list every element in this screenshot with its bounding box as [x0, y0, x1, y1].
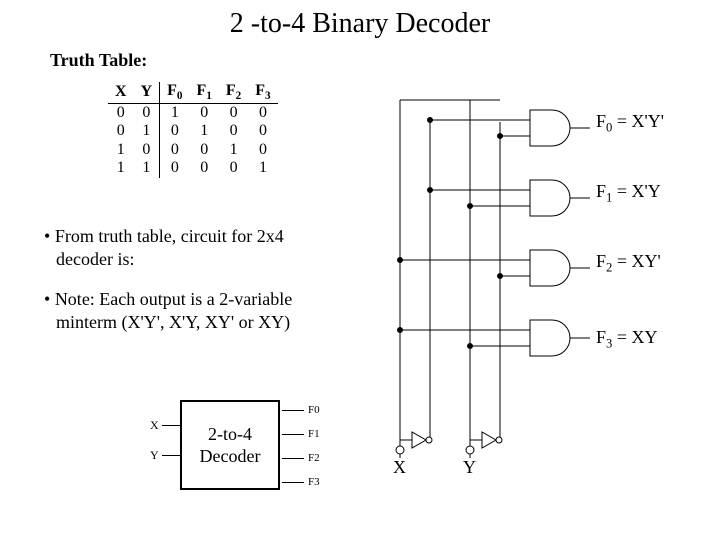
decoder-box: 2-to-4 Decoder: [180, 400, 280, 490]
th-f3: F3: [248, 82, 277, 104]
block-out-f3: F3: [308, 476, 320, 488]
table-cell: 1: [219, 141, 248, 159]
block-in-y: Y: [150, 448, 159, 463]
table-cell: 0: [160, 159, 190, 177]
table-cell: 0: [134, 104, 160, 123]
th-f0: F0: [160, 82, 190, 104]
table-cell: 0: [248, 122, 277, 140]
table-cell: 1: [108, 141, 134, 159]
table-cell: 1: [134, 159, 160, 177]
gate-f1-label: F1 = X'Y: [596, 182, 661, 205]
block-in-x: X: [150, 418, 159, 433]
block-out-f2: F2: [308, 452, 320, 464]
table-cell: 0: [134, 141, 160, 159]
page-title: 2 -to-4 Binary Decoder: [0, 0, 720, 40]
bullet-2: • Note: Each output is a 2-variable mint…: [44, 288, 344, 333]
table-cell: 0: [219, 122, 248, 140]
input-y-label: Y: [463, 458, 476, 478]
table-cell: 0: [219, 104, 248, 123]
logic-circuit: F0 = X'Y' F1 = X'Y F2 = XY' F3 = XY X Y: [360, 80, 710, 510]
table-cell: 1: [134, 122, 160, 140]
table-cell: 0: [108, 104, 134, 123]
gate-f2-label: F2 = XY': [596, 252, 661, 275]
table-cell: 1: [190, 122, 219, 140]
block-out-f0: F0: [308, 404, 320, 416]
input-x-label: X: [393, 458, 406, 478]
block-diagram: X Y 2-to-4 Decoder F0 F1 F2 F3: [130, 390, 340, 500]
table-cell: 0: [219, 159, 248, 177]
table-cell: 0: [248, 141, 277, 159]
gate-f0-label: F0 = X'Y': [596, 112, 664, 135]
th-f1: F1: [190, 82, 219, 104]
table-cell: 1: [248, 159, 277, 177]
table-cell: 0: [108, 122, 134, 140]
block-out-f1: F1: [308, 428, 320, 440]
table-cell: 0: [248, 104, 277, 123]
table-cell: 1: [160, 104, 190, 123]
truth-table: X Y F0 F1 F2 F3 001000010100100010110001: [108, 82, 278, 178]
table-cell: 0: [160, 141, 190, 159]
table-cell: 0: [190, 159, 219, 177]
table-cell: 0: [160, 122, 190, 140]
table-cell: 1: [108, 159, 134, 177]
th-x: X: [108, 82, 134, 104]
th-f2: F2: [219, 82, 248, 104]
bullet-1: • From truth table, circuit for 2x4 deco…: [44, 225, 344, 270]
table-cell: 0: [190, 141, 219, 159]
table-cell: 0: [190, 104, 219, 123]
truth-table-heading: Truth Table:: [50, 50, 147, 71]
th-y: Y: [134, 82, 160, 104]
notes: • From truth table, circuit for 2x4 deco…: [44, 225, 344, 351]
gate-f3-label: F3 = XY: [596, 328, 657, 351]
